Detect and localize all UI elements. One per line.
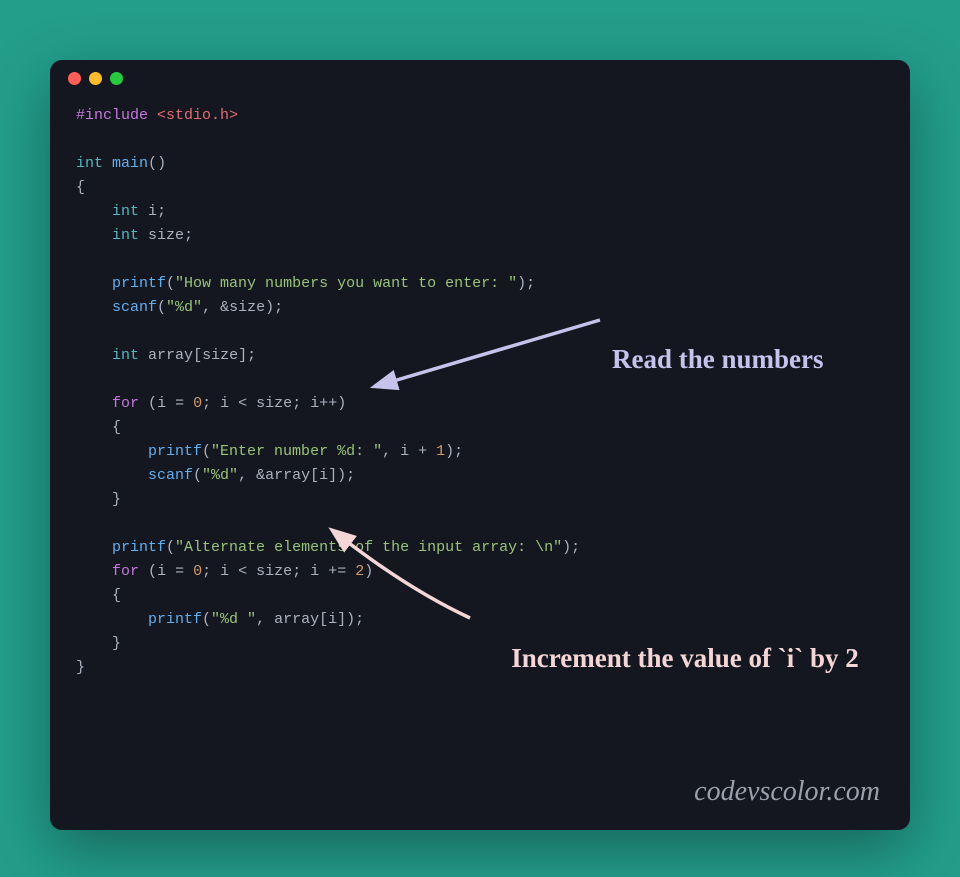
header-stdio: <stdio.h> [157,107,238,124]
watermark: codevscolor.com [694,776,880,808]
title-bar [50,60,910,96]
preproc-include: #include [76,107,148,124]
editor-window: #include <stdio.h> int main() { int i; i… [50,60,910,830]
close-icon[interactable] [68,72,81,85]
minimize-icon[interactable] [89,72,102,85]
zoom-icon[interactable] [110,72,123,85]
code-block: #include <stdio.h> int main() { int i; i… [50,96,910,680]
